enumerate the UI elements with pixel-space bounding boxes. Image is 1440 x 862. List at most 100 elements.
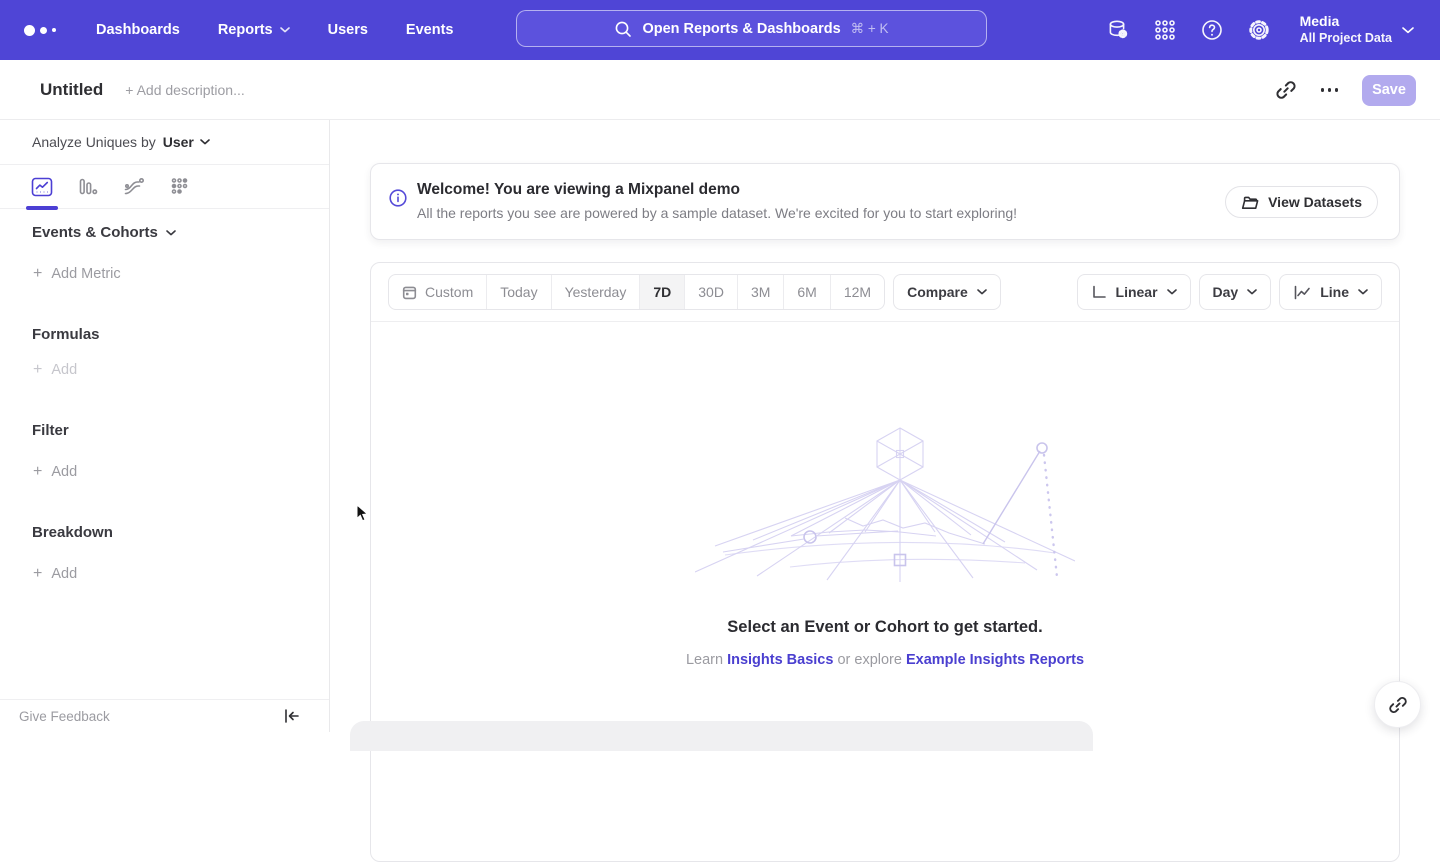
chevron-down-icon [1402,27,1414,34]
learn-prefix: Learn [686,652,723,668]
date-range-label: 7D [653,284,671,300]
link-icon [1388,695,1408,715]
tab-insights-line[interactable] [30,165,54,209]
bottom-sheet-handle[interactable] [350,721,1093,751]
report-header-actions: Save [1275,60,1417,120]
date-range-30d[interactable]: 30D [685,275,738,309]
scale-label: Linear [1116,284,1158,300]
analyze-by-dropdown[interactable]: User [163,134,210,150]
settings-gear-icon[interactable] [1247,18,1271,42]
date-range-yesterday[interactable]: Yesterday [552,275,641,309]
project-name: Media [1300,13,1392,31]
analyze-label: Analyze Uniques by [32,134,156,150]
chart-controls: Custom Today Yesterday 7D 30D 3M 6M 12M … [371,263,1399,322]
plus-icon: + [33,266,42,282]
add-metric-button[interactable]: + Add Metric [33,266,121,282]
add-filter-label: Add [51,464,77,480]
plus-icon: + [33,566,42,582]
tab-bar-chart[interactable] [76,165,100,209]
empty-state-illustration [695,424,1075,584]
top-navbar: Dashboards Reports Users Events Open Rep… [0,0,1440,60]
help-icon[interactable] [1200,18,1224,42]
project-selector[interactable]: Media All Project Data [1300,13,1414,46]
formulas-section-title: Formulas [32,326,100,343]
nav-item-events[interactable]: Events [406,22,454,38]
analyze-value: User [163,134,194,150]
add-formula-button[interactable]: + Add [33,362,77,378]
query-builder-sidebar: Analyze Uniques by User [0,120,330,732]
section-label: Filter [32,422,69,439]
empty-state-title: Select an Event or Cohort to get started… [371,618,1399,637]
nav-item-label: Users [328,22,368,38]
copy-link-icon[interactable] [1275,79,1297,101]
nav-item-reports[interactable]: Reports [218,22,290,38]
info-icon [389,189,407,207]
data-management-icon[interactable] [1106,18,1130,42]
date-range-label: 30D [698,284,724,300]
date-range-label: 12M [844,284,871,300]
save-button[interactable]: Save [1362,75,1416,106]
chevron-down-icon [1247,289,1257,295]
search-icon [614,20,632,38]
date-range-label: 3M [751,284,770,300]
share-link-floating-button[interactable] [1374,681,1421,728]
compare-dropdown[interactable]: Compare [893,274,1001,310]
report-header: Untitled + Add description... Save [0,60,1440,120]
primary-nav: Dashboards Reports Users Events [96,22,453,38]
compare-label: Compare [907,284,968,300]
date-range-custom[interactable]: Custom [389,275,487,309]
calendar-icon [402,285,417,300]
date-range-label: 6M [797,284,816,300]
nav-item-dashboards[interactable]: Dashboards [96,22,180,38]
report-panel: Custom Today Yesterday 7D 30D 3M 6M 12M … [370,262,1400,862]
report-description-placeholder[interactable]: + Add description... [125,82,244,98]
add-breakdown-button[interactable]: + Add [33,566,77,582]
main-content: Welcome! You are viewing a Mixpanel demo… [330,120,1440,732]
chevron-down-icon [280,27,290,33]
empty-state: Select an Event or Cohort to get started… [371,424,1399,668]
search-shortcut: ⌘ + K [851,21,889,37]
date-range-7d[interactable]: 7D [640,275,685,309]
axis-icon [1091,284,1107,300]
chevron-down-icon [166,230,176,236]
date-range-today[interactable]: Today [487,275,551,309]
search-placeholder: Open Reports & Dashboards [642,21,840,37]
global-search-input[interactable]: Open Reports & Dashboards ⌘ + K [516,10,987,47]
date-range-3m[interactable]: 3M [738,275,784,309]
date-range-12m[interactable]: 12M [831,275,884,309]
tab-flows[interactable] [122,165,146,209]
filter-section-title: Filter [32,422,69,439]
chart-type-label: Line [1320,284,1349,300]
add-filter-button[interactable]: + Add [33,464,77,480]
date-range-segmented-control: Custom Today Yesterday 7D 30D 3M 6M 12M [388,274,885,310]
chart-type-dropdown[interactable]: Line [1279,274,1382,310]
section-label: Formulas [32,326,100,343]
navbar-right: Media All Project Data [1106,0,1440,60]
line-chart-icon [1293,285,1311,300]
insights-basics-link[interactable]: Insights Basics [727,652,833,668]
view-datasets-button[interactable]: View Datasets [1225,186,1378,218]
chevron-down-icon [977,289,987,295]
give-feedback-link[interactable]: Give Feedback [19,709,110,724]
example-reports-link[interactable]: Example Insights Reports [906,652,1084,668]
granularity-dropdown[interactable]: Day [1199,274,1272,310]
nav-item-users[interactable]: Users [328,22,368,38]
granularity-label: Day [1213,284,1239,300]
section-label: Events & Cohorts [32,224,158,241]
scale-dropdown[interactable]: Linear [1077,274,1191,310]
collapse-sidebar-icon[interactable] [283,708,301,724]
apps-grid-icon[interactable] [1153,18,1177,42]
date-range-6m[interactable]: 6M [784,275,830,309]
events-cohorts-section-title[interactable]: Events & Cohorts [32,224,176,241]
more-options-icon[interactable] [1321,88,1339,92]
empty-state-subtitle: Learn Insights Basics or explore Example… [371,652,1399,668]
report-title[interactable]: Untitled [40,80,103,100]
chevron-down-icon [1358,289,1368,295]
add-formula-label: Add [51,362,77,378]
mixpanel-logo[interactable] [24,25,56,36]
welcome-banner: Welcome! You are viewing a Mixpanel demo… [370,163,1400,240]
tab-metrics[interactable] [168,165,192,209]
date-range-label: Yesterday [565,284,627,300]
plus-icon: + [33,464,42,480]
visualization-tabs [0,165,329,209]
